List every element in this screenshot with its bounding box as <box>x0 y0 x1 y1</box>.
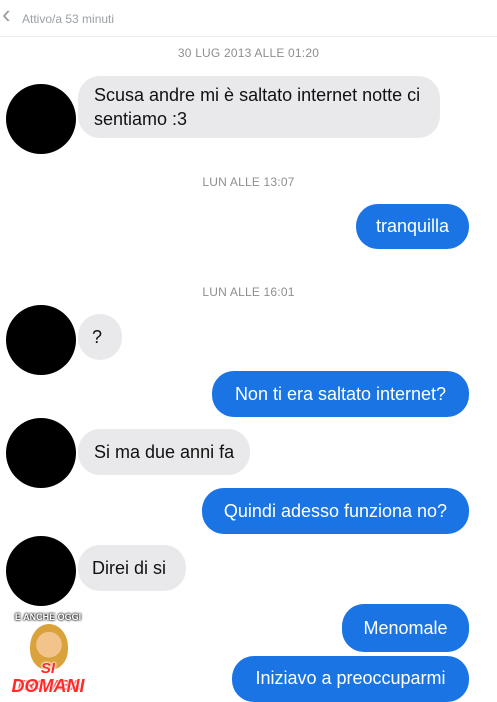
message-outgoing[interactable]: Iniziavo a preoccuparmi <box>232 656 469 702</box>
message-incoming[interactable]: ? <box>78 314 122 360</box>
avatar[interactable] <box>6 84 76 154</box>
avatar[interactable] <box>6 418 76 488</box>
message-incoming[interactable]: Direi di si <box>78 545 186 591</box>
chat-header: ‹ Attivo/a 53 minuti <box>0 0 497 37</box>
chevron-left-icon[interactable]: ‹ <box>2 1 18 30</box>
message-outgoing[interactable]: tranquilla <box>356 204 469 249</box>
message-outgoing[interactable]: Non ti era saltato internet? <box>212 371 469 417</box>
avatar[interactable] <box>6 536 76 606</box>
watermark-logo: E ANCHE OGGI SI TROMBA DOMANI <box>6 612 90 696</box>
message-outgoing[interactable]: Quindi adesso funziona no? <box>202 488 469 534</box>
message-outgoing[interactable]: Menomale <box>342 604 469 652</box>
message-incoming[interactable]: Scusa andre mi è saltato internet notte … <box>78 76 440 138</box>
message-incoming[interactable]: Si ma due anni fa <box>78 429 250 475</box>
active-status: Attivo/a 53 minuti <box>22 12 115 26</box>
timestamp: 30 LUG 2013 ALLE 01:20 <box>177 46 320 60</box>
timestamp: LUN ALLE 13:07 <box>202 175 295 189</box>
watermark-line-2: DOMANI <box>11 676 85 696</box>
watermark-top-text: E ANCHE OGGI <box>14 612 82 622</box>
avatar[interactable] <box>6 305 76 375</box>
timestamp: LUN ALLE 16:01 <box>202 285 295 299</box>
